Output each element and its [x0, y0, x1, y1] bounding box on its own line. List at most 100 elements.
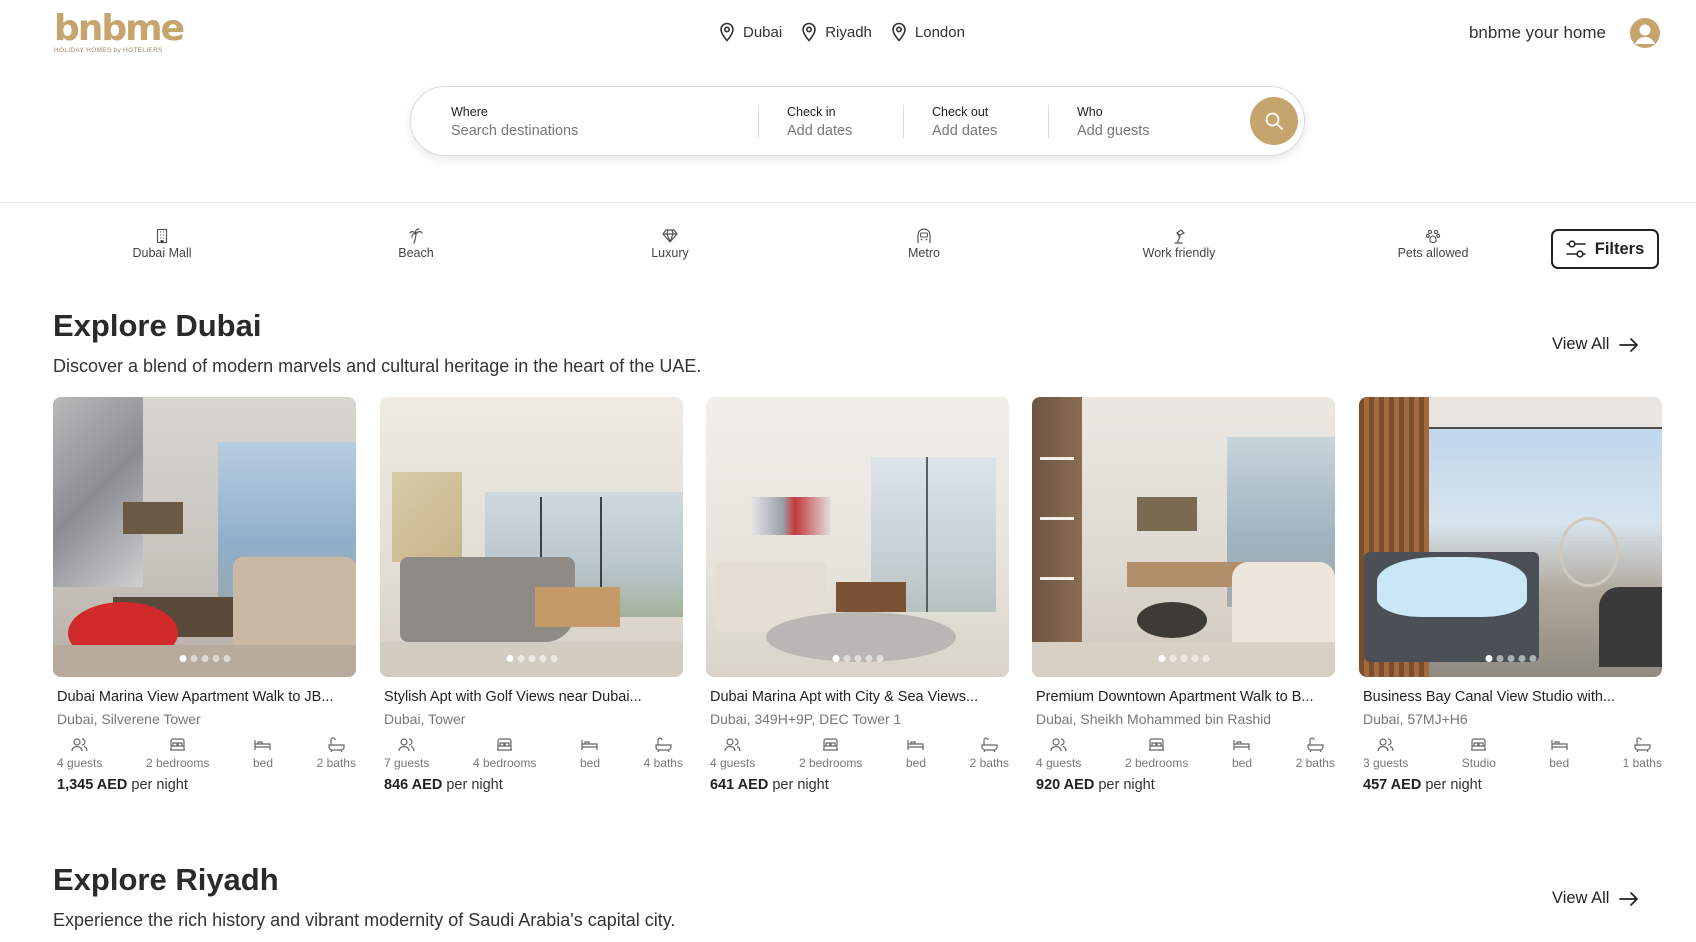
bedroom-icon — [823, 738, 839, 751]
guests-amenity: 4 guests — [1036, 737, 1081, 770]
listing-location: Dubai, 349H+9P, DEC Tower 1 — [710, 711, 902, 727]
city-label: Riyadh — [825, 23, 872, 41]
category-pets-allowed[interactable]: Pets allowed — [1363, 228, 1503, 260]
listing-title[interactable]: Business Bay Canal View Studio with... — [1363, 689, 1662, 705]
listing-title[interactable]: Dubai Marina View Apartment Walk to JB..… — [57, 689, 356, 705]
bedroom-icon — [170, 738, 186, 751]
category-label: Beach — [398, 246, 434, 260]
bed-amenity: bed — [253, 737, 273, 770]
host-link[interactable]: bnbme your home — [1469, 23, 1606, 43]
city-link-dubai[interactable]: Dubai — [718, 22, 782, 42]
city-link-london[interactable]: London — [890, 22, 965, 42]
brand-logo[interactable]: bnbme HOLIDAY HOMES by HOTELIERS — [54, 11, 185, 56]
checkout-field[interactable]: Check out Add dates — [932, 105, 997, 139]
listing-price: 457 AED per night — [1363, 777, 1482, 793]
where-field[interactable]: Where Search destinations — [451, 105, 578, 139]
city-link-riyadh[interactable]: Riyadh — [800, 22, 872, 42]
listing-card[interactable]: Dubai Marina Apt with City & Sea Views..… — [706, 397, 1009, 793]
building-icon — [156, 228, 168, 244]
checkin-field[interactable]: Check in Add dates — [787, 105, 852, 139]
listing-price: 641 AED per night — [710, 777, 829, 793]
sliders-icon — [1565, 240, 1586, 258]
map-pin-icon — [892, 22, 906, 42]
listing-photo[interactable] — [706, 397, 1009, 677]
baths-amenity: 2 baths — [970, 737, 1009, 770]
listing-card[interactable]: Dubai Marina View Apartment Walk to JB..… — [53, 397, 356, 793]
bedrooms-amenity: 2 bedrooms — [146, 737, 209, 770]
bathtub-icon — [328, 737, 345, 752]
listing-card[interactable]: Stylish Apt with Golf Views near Dubai..… — [380, 397, 683, 793]
photo-pagination[interactable] — [506, 655, 557, 662]
listing-card[interactable]: Business Bay Canal View Studio with... D… — [1359, 397, 1662, 793]
bedrooms-amenity: Studio — [1462, 737, 1496, 770]
search-bar: Where Search destinations Check in Add d… — [410, 86, 1305, 156]
checkin-label: Check in — [787, 105, 836, 119]
desk-lamp-icon — [1174, 229, 1186, 244]
category-metro[interactable]: Metro — [854, 228, 994, 260]
listing-photo[interactable] — [1359, 397, 1662, 677]
bed-amenity: bed — [1232, 737, 1252, 770]
paw-icon — [1425, 229, 1441, 243]
photo-pagination[interactable] — [1485, 655, 1536, 662]
listing-title[interactable]: Stylish Apt with Golf Views near Dubai..… — [384, 689, 683, 705]
checkin-input[interactable]: Add dates — [787, 123, 852, 139]
bedrooms-amenity: 2 bedrooms — [1125, 737, 1188, 770]
header-actions: bnbme your home — [1469, 18, 1660, 48]
listing-photo[interactable] — [1032, 397, 1335, 677]
listing-photo[interactable] — [53, 397, 356, 677]
site-header: bnbme HOLIDAY HOMES by HOTELIERS Dubai R… — [0, 0, 1696, 70]
category-beach[interactable]: Beach — [346, 228, 486, 260]
category-work-friendly[interactable]: Work friendly — [1109, 228, 1249, 260]
bedroom-icon — [1471, 738, 1487, 751]
guests-amenity: 3 guests — [1363, 737, 1408, 770]
category-dubai-mall[interactable]: Dubai Mall — [92, 228, 232, 260]
view-all-label: View All — [1552, 889, 1610, 907]
listing-amenities: 3 guests Studio bed 1 baths — [1363, 737, 1662, 770]
photo-pagination[interactable] — [179, 655, 230, 662]
users-icon — [1050, 738, 1067, 752]
listing-amenities: 7 guests 4 bedrooms bed 4 baths — [384, 737, 683, 770]
photo-pagination[interactable] — [1158, 655, 1209, 662]
divider — [1048, 105, 1049, 139]
category-luxury[interactable]: Luxury — [600, 228, 740, 260]
listing-title[interactable]: Dubai Marina Apt with City & Sea Views..… — [710, 689, 1009, 705]
guests-amenity: 4 guests — [710, 737, 755, 770]
users-icon — [398, 738, 415, 752]
city-label: London — [914, 23, 965, 41]
listing-location: Dubai, 57MJ+H6 — [1363, 711, 1468, 727]
bed-icon — [907, 740, 925, 750]
view-all-dubai[interactable]: View All — [1552, 335, 1639, 354]
bed-icon — [1551, 740, 1568, 750]
users-icon — [724, 738, 741, 752]
category-label: Luxury — [651, 246, 689, 260]
view-all-riyadh[interactable]: View All — [1552, 889, 1639, 908]
checkout-input[interactable]: Add dates — [932, 123, 997, 139]
section-title-dubai: Explore Dubai — [53, 308, 262, 343]
palm-tree-icon — [409, 228, 423, 244]
view-all-label: View All — [1552, 335, 1610, 353]
arrow-right-icon — [1619, 891, 1639, 906]
who-field[interactable]: Who Add guests — [1077, 105, 1150, 139]
baths-amenity: 2 baths — [1296, 737, 1335, 770]
bed-amenity: bed — [906, 737, 926, 770]
category-label: Pets allowed — [1397, 246, 1469, 260]
bed-icon — [581, 740, 599, 750]
user-avatar-icon[interactable] — [1630, 18, 1660, 48]
bathtub-icon — [655, 737, 672, 752]
search-button[interactable] — [1250, 97, 1298, 145]
listing-amenities: 4 guests 2 bedrooms bed 2 baths — [57, 737, 356, 770]
filters-button[interactable]: Filters — [1551, 229, 1659, 269]
users-icon — [71, 738, 88, 752]
filters-label: Filters — [1594, 239, 1645, 258]
where-input[interactable]: Search destinations — [451, 123, 578, 139]
diamond-icon — [662, 229, 678, 243]
listing-title[interactable]: Premium Downtown Apartment Walk to B... — [1036, 689, 1335, 705]
listing-price: 846 AED per night — [384, 777, 503, 793]
listing-card[interactable]: Premium Downtown Apartment Walk to B... … — [1032, 397, 1335, 793]
who-input[interactable]: Add guests — [1077, 123, 1150, 139]
checkout-label: Check out — [932, 105, 989, 119]
photo-pagination[interactable] — [832, 655, 883, 662]
listing-photo[interactable] — [380, 397, 683, 677]
guests-amenity: 7 guests — [384, 737, 429, 770]
brand-tagline: HOLIDAY HOMES by HOTELIERS — [54, 47, 163, 54]
